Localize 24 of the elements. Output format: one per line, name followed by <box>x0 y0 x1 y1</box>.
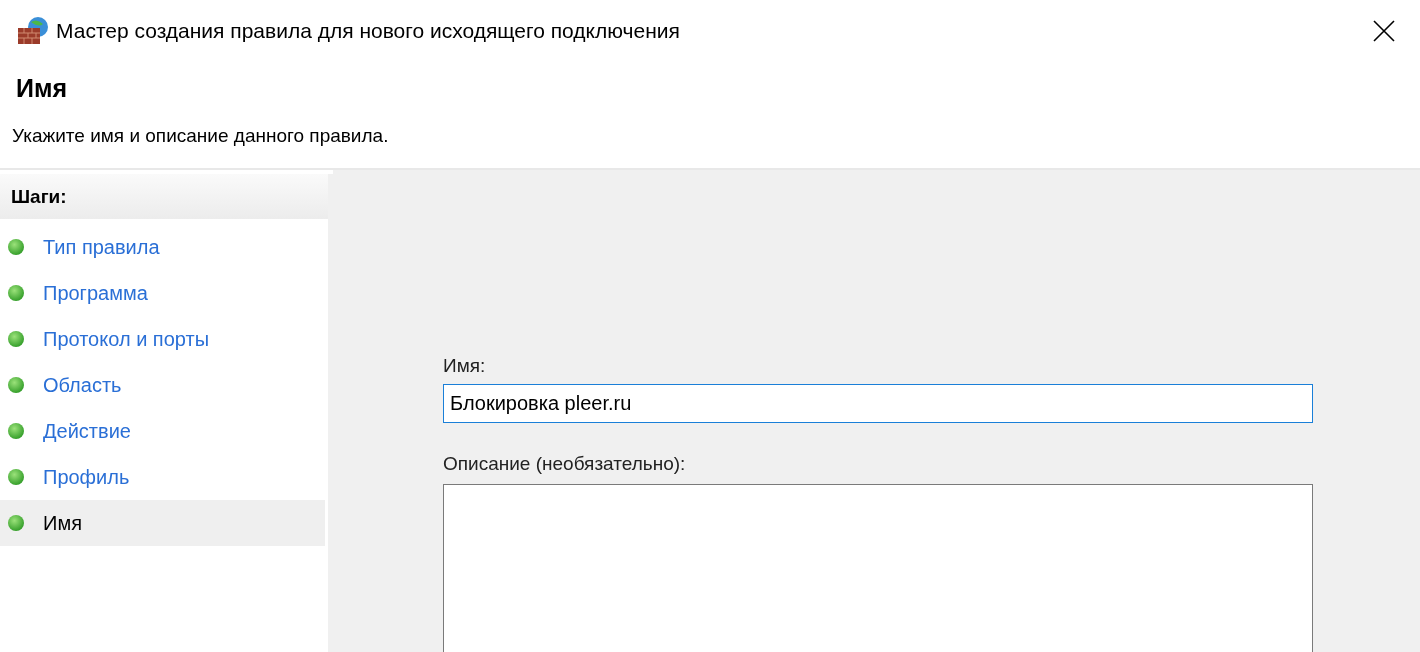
step-item[interactable]: Действие <box>0 408 325 454</box>
close-icon <box>1373 20 1395 42</box>
description-input-field[interactable] <box>443 484 1313 652</box>
status-dot-icon <box>7 376 25 394</box>
firewall-brick-globe-icon <box>16 16 50 46</box>
window-title: Мастер создания правила для нового исходящего подключения <box>56 19 681 43</box>
page-heading: Имя <box>15 73 69 103</box>
field-label: Имя: <box>443 355 486 377</box>
status-dot-icon <box>7 330 25 348</box>
status-dot-icon <box>7 514 25 532</box>
status-dot-icon <box>7 422 25 440</box>
field-label: Описание (необязательно): <box>443 453 686 475</box>
status-dot-icon <box>7 468 25 486</box>
status-dot-icon <box>7 238 25 256</box>
step-item[interactable]: Программа <box>0 270 325 316</box>
page-subtitle: Укажите имя и описание данного правила. <box>11 124 390 148</box>
name-input-field[interactable]: Блокировка pleer.ru <box>443 384 1313 423</box>
step-item[interactable]: Протокол и порты <box>0 316 325 362</box>
step-item[interactable]: Имя <box>0 500 325 546</box>
status-dot-icon <box>7 284 25 302</box>
step-item[interactable]: Область <box>0 362 325 408</box>
step-item[interactable]: Тип правила <box>0 224 325 270</box>
steps-header: Шаги: <box>0 174 328 219</box>
step-item[interactable]: Профиль <box>0 454 325 500</box>
